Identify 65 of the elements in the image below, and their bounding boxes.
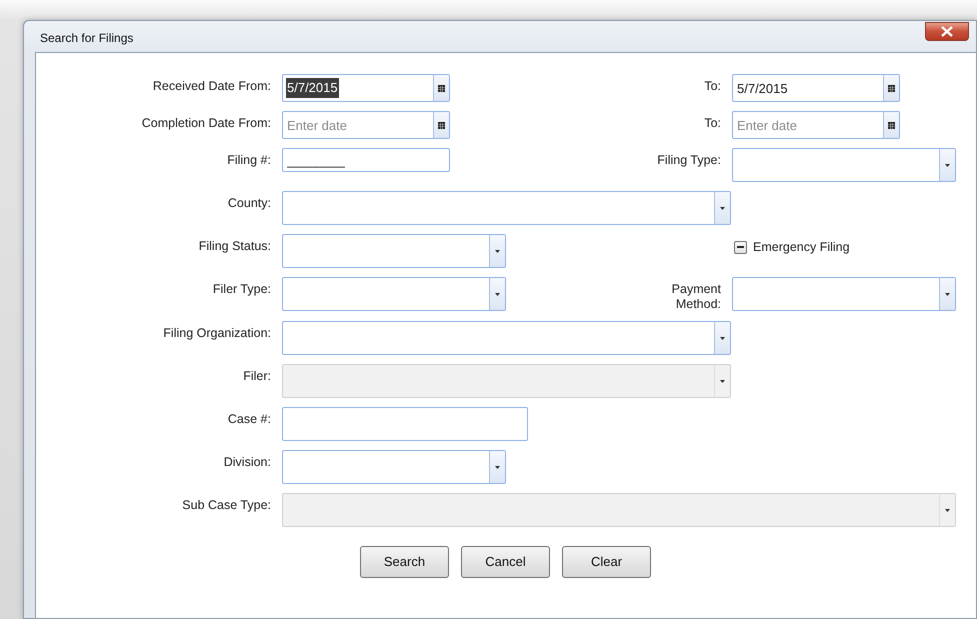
field-label: Filing #: — [227, 152, 272, 168]
caret-icon — [495, 250, 500, 252]
dialog-button[interactable]: Cancel — [461, 546, 550, 578]
field-label: To: — [704, 115, 722, 131]
dropdown-button[interactable] — [939, 149, 955, 181]
field-label: Filer: — [243, 368, 272, 384]
field-label: Payment Method: — [670, 281, 722, 312]
field-label: Case #: — [228, 411, 272, 427]
date-field[interactable]: Enter date — [282, 111, 450, 139]
calendar-button[interactable] — [433, 75, 449, 101]
dropdown-button[interactable] — [489, 235, 505, 267]
dropdown-field[interactable] — [282, 234, 506, 268]
dialog-button[interactable]: Search — [360, 546, 449, 578]
dialog-button[interactable]: Clear — [562, 546, 651, 578]
close-icon — [940, 26, 954, 37]
dropdown-field[interactable] — [282, 450, 506, 484]
close-button[interactable] — [925, 22, 969, 41]
caret-icon — [495, 466, 500, 468]
checkbox[interactable]: Emergency Filing — [734, 234, 956, 257]
checkbox-label: Emergency Filing — [753, 239, 850, 256]
field-label: Filing Type: — [657, 152, 722, 168]
dropdown-field[interactable] — [282, 277, 506, 311]
text-field[interactable]: ________ — [282, 148, 450, 172]
field-label: Filer Type: — [212, 281, 272, 297]
text-field[interactable] — [282, 407, 528, 441]
dropdown-field[interactable] — [282, 191, 731, 225]
calendar-button[interactable] — [433, 112, 449, 138]
date-input[interactable]: 5/7/2015 — [283, 75, 433, 101]
dropdown-field[interactable] — [732, 148, 956, 182]
caret-icon — [495, 292, 500, 296]
date-field[interactable]: 5/7/2015 — [282, 74, 450, 102]
dropdown-field[interactable] — [282, 321, 731, 355]
field-label: Sub Case Type: — [182, 497, 272, 513]
window-title: Search for Filings — [39, 30, 134, 47]
dropdown-button[interactable] — [939, 278, 955, 310]
caret-icon — [945, 508, 950, 512]
field-label: Filing Organization: — [163, 325, 272, 341]
date-input[interactable]: Enter date — [733, 112, 883, 138]
field-label: Received Date From: — [152, 78, 272, 94]
dropdown-button[interactable] — [489, 451, 505, 483]
dropdown-field[interactable] — [732, 277, 956, 311]
calendar-button[interactable] — [883, 75, 899, 101]
field-label: Completion Date From: — [142, 115, 272, 131]
caret-icon — [720, 336, 725, 340]
field-label: Division: — [224, 454, 272, 470]
field-label: Filing Status: — [198, 238, 272, 254]
calendar-icon — [888, 122, 895, 128]
calendar-button[interactable] — [883, 112, 899, 138]
dropdown-button[interactable] — [489, 278, 505, 310]
caret-icon — [720, 206, 725, 210]
checkbox-box[interactable] — [734, 240, 747, 254]
date-input[interactable]: Enter date — [283, 112, 433, 138]
caret-icon — [945, 292, 950, 296]
dropdown-button[interactable] — [714, 322, 730, 354]
calendar-icon — [888, 84, 895, 92]
calendar-icon — [438, 84, 445, 92]
date-input[interactable]: 5/7/2015 — [733, 75, 883, 101]
dropdown-button[interactable] — [714, 192, 730, 224]
calendar-icon — [438, 122, 445, 128]
field-label: County: — [228, 195, 272, 211]
date-field[interactable]: Enter date — [732, 111, 900, 139]
field-label: To: — [704, 78, 722, 94]
caret-icon — [945, 164, 950, 166]
caret-icon — [720, 380, 725, 382]
date-field[interactable]: 5/7/2015 — [732, 74, 900, 102]
